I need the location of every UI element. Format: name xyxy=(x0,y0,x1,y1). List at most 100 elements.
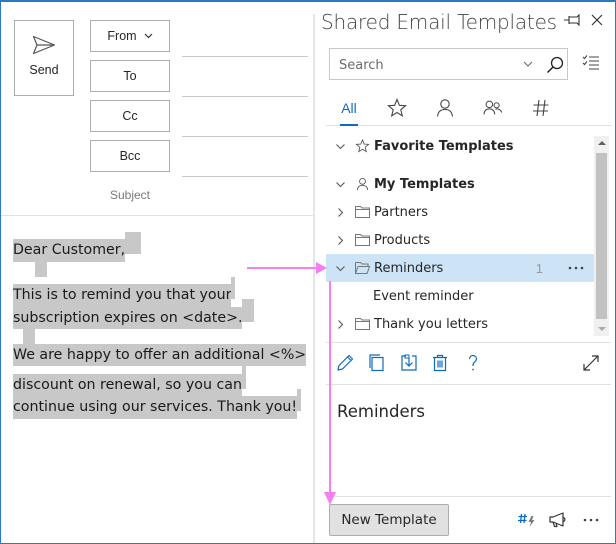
expand-button[interactable] xyxy=(580,352,602,374)
insert-button[interactable] xyxy=(398,352,420,374)
pane-divider[interactable] xyxy=(313,14,315,543)
person-icon xyxy=(356,177,368,191)
from-label: From xyxy=(107,29,137,43)
chevron-down-icon[interactable] xyxy=(335,179,346,190)
preview-title: Reminders xyxy=(337,402,425,421)
body-line-blank xyxy=(23,321,35,344)
folder-icon xyxy=(354,206,370,218)
tree-node-label: Thank you letters xyxy=(374,316,488,332)
template-tree: Favorite Templates My Templates Partners… xyxy=(326,132,598,340)
announcements-button[interactable] xyxy=(548,510,570,530)
tree-node-label: Event reminder xyxy=(373,288,474,304)
edit-button[interactable] xyxy=(334,352,356,374)
delete-button[interactable] xyxy=(429,352,451,374)
chevron-right-icon[interactable] xyxy=(335,319,346,330)
chevron-down-icon[interactable] xyxy=(335,263,346,274)
chevron-down-icon[interactable] xyxy=(335,141,346,152)
send-icon xyxy=(32,35,56,55)
people-icon xyxy=(483,100,503,114)
compose-pane: Send From To Cc Bcc Subject Dear Custome… xyxy=(1,2,314,543)
tree-node-label: Favorite Templates xyxy=(374,138,514,154)
chevron-down-icon[interactable] xyxy=(523,61,533,67)
tab-all[interactable]: All xyxy=(340,90,358,126)
body-line: We are happy to offer an additional <%> xyxy=(13,343,307,367)
template-count: 1 xyxy=(535,260,543,276)
bcc-button[interactable]: Bcc xyxy=(90,140,170,172)
scroll-down-arrow[interactable] xyxy=(598,327,606,331)
tree-node-favorite-templates[interactable]: Favorite Templates xyxy=(326,132,595,160)
from-button[interactable]: From xyxy=(90,20,170,52)
to-label: To xyxy=(123,69,137,83)
close-icon[interactable] xyxy=(591,14,603,26)
tab-team-templates[interactable] xyxy=(481,90,505,125)
subject-label: Subject xyxy=(109,188,151,202)
edit-icon xyxy=(337,354,354,371)
more-options-button[interactable] xyxy=(582,510,600,530)
tree-node-event-reminder[interactable]: Event reminder xyxy=(326,282,595,310)
delete-icon xyxy=(433,354,447,372)
help-button[interactable] xyxy=(462,352,484,374)
scroll-thumb[interactable] xyxy=(596,153,607,319)
chevron-right-icon[interactable] xyxy=(335,235,346,246)
cc-button[interactable]: Cc xyxy=(90,100,170,132)
star-icon xyxy=(354,139,370,153)
tab-favorites[interactable] xyxy=(386,90,408,125)
tree-node-reminders[interactable]: Reminders 1 xyxy=(326,254,595,282)
megaphone-icon xyxy=(549,512,566,528)
star-icon xyxy=(387,97,407,117)
tree-node-label: Reminders xyxy=(374,260,444,276)
cc-field[interactable] xyxy=(182,136,308,137)
divider xyxy=(326,384,611,385)
pane-title: Shared Email Templates xyxy=(321,10,557,34)
divider xyxy=(326,496,611,497)
from-field[interactable] xyxy=(182,56,308,57)
send-button[interactable]: Send xyxy=(14,20,74,96)
bcc-label: Bcc xyxy=(119,149,141,163)
person-icon xyxy=(436,98,454,117)
chevron-right-icon[interactable] xyxy=(335,207,346,218)
new-template-button[interactable]: New Template xyxy=(329,504,449,536)
scroll-up-arrow[interactable] xyxy=(598,141,606,145)
tree-node-my-templates[interactable]: My Templates xyxy=(326,170,595,198)
tree-node-thank-you-letters[interactable]: Thank you letters xyxy=(326,310,595,338)
message-header: Send From To Cc Bcc Subject xyxy=(1,2,314,216)
folder-icon xyxy=(354,234,370,246)
template-actions-toolbar xyxy=(326,350,611,378)
copy-icon xyxy=(369,354,384,372)
body-line-blank xyxy=(35,254,47,277)
tree-node-label: My Templates xyxy=(374,176,475,192)
hashtag-icon xyxy=(533,99,549,116)
import-icon xyxy=(401,354,417,371)
copy-button[interactable] xyxy=(366,352,388,374)
to-field[interactable] xyxy=(182,96,308,97)
divider xyxy=(326,342,611,343)
cc-label: Cc xyxy=(122,109,138,123)
chevron-down-icon xyxy=(144,33,153,39)
bcc-field[interactable] xyxy=(182,176,308,177)
macros-button[interactable] xyxy=(517,510,537,530)
tab-hashtags[interactable] xyxy=(530,90,552,125)
tree-node-products[interactable]: Products xyxy=(326,226,595,254)
body-line: continue using our services. Thank you! xyxy=(13,396,298,419)
help-icon xyxy=(468,354,478,371)
tab-all-label: All xyxy=(341,99,357,116)
message-body[interactable]: Dear Customer, This is to remind you tha… xyxy=(13,232,313,419)
tree-scrollbar[interactable] xyxy=(594,136,609,336)
filter-tabs: All xyxy=(326,90,612,126)
search-box xyxy=(329,48,568,80)
hashtag-bolt-icon xyxy=(518,513,535,527)
checklist-icon[interactable] xyxy=(582,54,600,72)
tab-my-templates[interactable] xyxy=(434,90,456,125)
templates-pane: Shared Email Templates All Favorite Temp… xyxy=(316,2,615,543)
pin-icon[interactable] xyxy=(563,14,581,26)
tree-node-partners[interactable]: Partners xyxy=(326,198,595,226)
to-button[interactable]: To xyxy=(90,60,170,92)
search-icon[interactable] xyxy=(546,56,564,74)
tree-node-label: Partners xyxy=(374,204,429,220)
folder-open-icon xyxy=(354,262,370,274)
more-icon[interactable] xyxy=(567,265,585,271)
send-label: Send xyxy=(29,63,59,77)
expand-icon xyxy=(583,355,599,371)
search-input[interactable] xyxy=(339,55,509,75)
more-icon xyxy=(583,518,599,522)
